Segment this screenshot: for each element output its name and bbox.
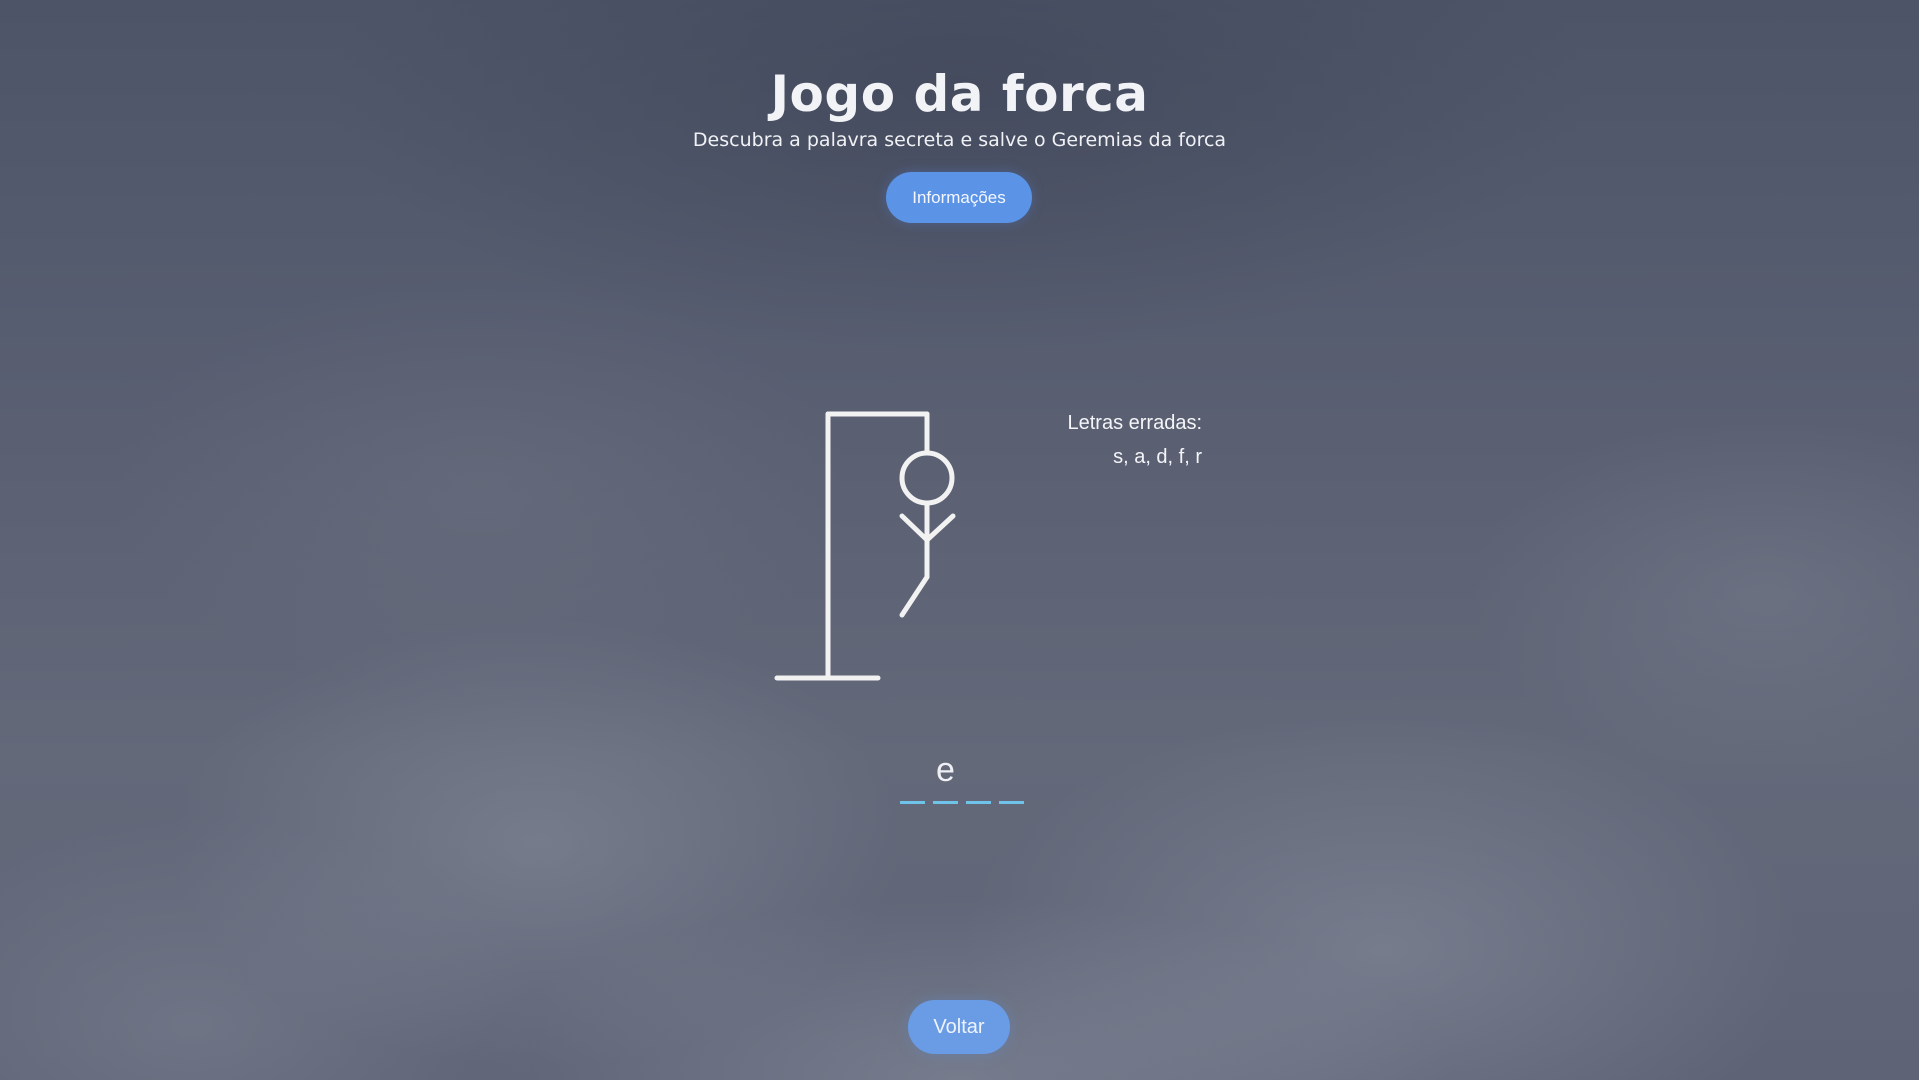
wrong-letters-list: s, a, d, f, r (1113, 446, 1202, 468)
letter-slot (966, 748, 991, 804)
info-button[interactable]: Informações (886, 172, 1032, 223)
letter-slot: e (933, 748, 958, 804)
hangman-drawing (774, 411, 956, 681)
secret-word: e (900, 748, 1024, 804)
hangman-head (899, 450, 955, 506)
letter-slot (999, 748, 1024, 804)
letter-slot (900, 748, 925, 804)
wrong-letters-panel: Letras erradas: s, a, d, f, r (1040, 410, 1202, 470)
header: Jogo da forca Descubra a palavra secreta… (0, 64, 1919, 152)
hangman-left-leg (899, 574, 930, 618)
page-title: Jogo da forca (770, 65, 1149, 123)
wrong-letters-label: Letras erradas: (1067, 412, 1202, 434)
back-button[interactable]: Voltar (908, 1000, 1010, 1054)
hangman-right-arm (924, 513, 956, 543)
hangman-left-arm (899, 513, 930, 543)
page-subtitle: Descubra a palavra secreta e salve o Ger… (692, 129, 1227, 151)
